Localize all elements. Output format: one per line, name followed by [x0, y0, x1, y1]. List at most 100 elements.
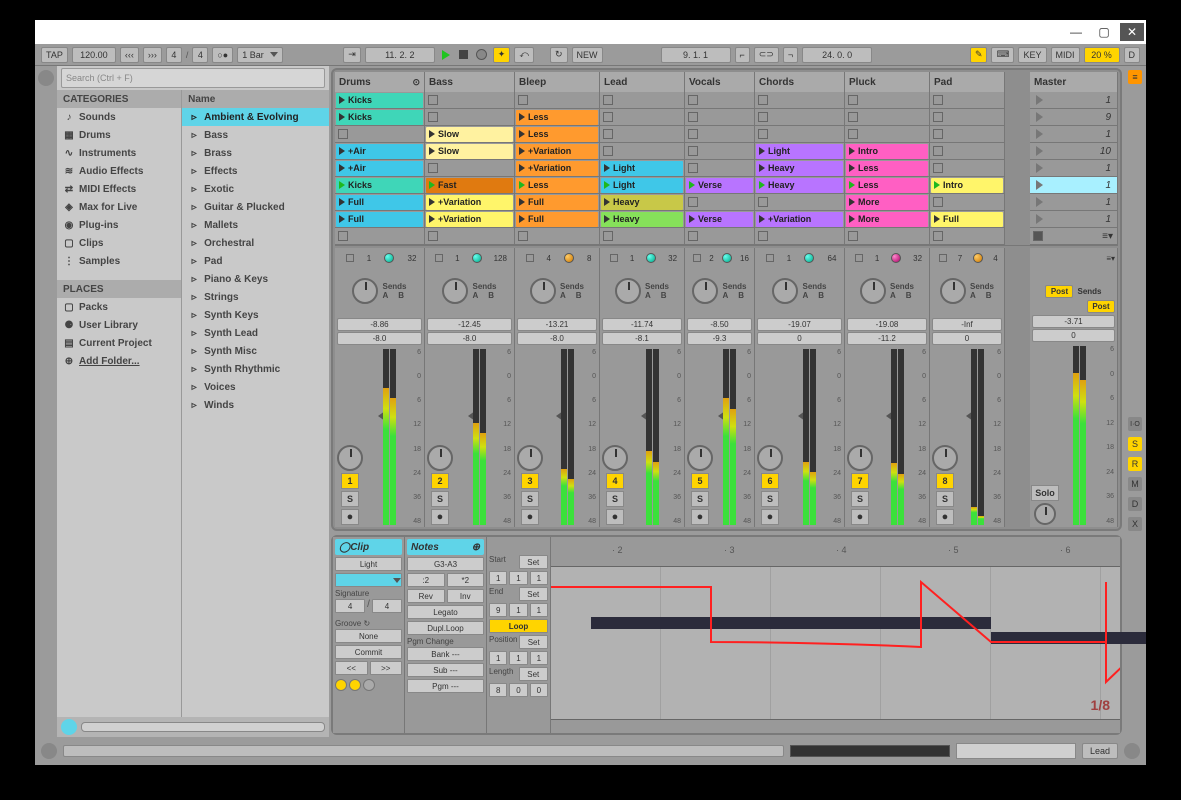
volume-fader[interactable] [960, 349, 986, 525]
volume-fader[interactable] [365, 349, 406, 525]
clip-slot[interactable]: Full [335, 194, 425, 211]
browse-item[interactable]: ▹Brass [182, 144, 329, 162]
gain-value[interactable]: -8.1 [602, 332, 682, 345]
empty-slot[interactable] [930, 228, 1005, 245]
volume-fader[interactable] [455, 349, 496, 525]
pos-bar[interactable]: 1 [489, 651, 507, 665]
track-activator[interactable]: 7 [851, 473, 869, 489]
category-clips[interactable]: ▢Clips [57, 234, 181, 252]
empty-slot[interactable] [755, 228, 845, 245]
category-instruments[interactable]: ∿Instruments [57, 144, 181, 162]
volume-fader[interactable] [545, 349, 581, 525]
empty-slot[interactable] [685, 109, 755, 126]
double-time[interactable]: *2 [447, 573, 485, 587]
solo-button[interactable]: S [341, 491, 359, 507]
solo-button[interactable]: S [851, 491, 869, 507]
detail-collapse-icon[interactable] [1124, 743, 1140, 759]
category-max-for-live[interactable]: ◈Max for Live [57, 198, 181, 216]
gain-value[interactable]: -9.3 [687, 332, 752, 345]
solo-button[interactable]: S [521, 491, 539, 507]
track-activator[interactable]: 6 [761, 473, 779, 489]
track-activator[interactable]: 3 [521, 473, 539, 489]
arm-button[interactable]: ● [521, 509, 539, 525]
place-add-folder---[interactable]: ⊕Add Folder... [57, 352, 181, 370]
clip-slot[interactable]: More [845, 194, 930, 211]
reverse-notes[interactable]: Rev [407, 589, 445, 603]
solo-button[interactable]: S [606, 491, 624, 507]
send-knob[interactable] [757, 445, 783, 471]
gain-value[interactable]: -11.2 [847, 332, 927, 345]
note-range[interactable]: G3-A3 [407, 557, 484, 571]
clip-slot[interactable]: Full [335, 211, 425, 228]
midi-note-area[interactable]: 1/8 [551, 567, 1120, 719]
post-b[interactable]: Post [1087, 300, 1115, 313]
send-knob[interactable] [337, 445, 363, 471]
clip-slot[interactable]: Light [600, 177, 685, 194]
empty-slot[interactable] [755, 109, 845, 126]
solo-button[interactable]: S [691, 491, 709, 507]
midi-editor[interactable]: · 2· 3· 4· 5· 6· 7· 8 1/8 [551, 537, 1120, 733]
track-activator[interactable]: 2 [431, 473, 449, 489]
disk-overload[interactable]: D [1124, 47, 1141, 63]
scene-launch[interactable]: 1 [1030, 126, 1118, 143]
clip-slot[interactable]: Fast [425, 177, 515, 194]
peak-value[interactable]: -19.08 [847, 318, 927, 331]
clip-slot[interactable]: Heavy [600, 211, 685, 228]
legato-button[interactable]: Legato [407, 605, 484, 619]
pan-knob[interactable] [860, 278, 886, 304]
clip-slot[interactable]: Verse [685, 177, 755, 194]
scene-launch[interactable]: 1 [1030, 160, 1118, 177]
category-audio-effects[interactable]: ≋Audio Effects [57, 162, 181, 180]
window-minimize[interactable]: — [1064, 23, 1088, 41]
arm-button[interactable]: ● [761, 509, 779, 525]
empty-slot[interactable] [335, 228, 425, 245]
clip-slot[interactable]: Kicks [335, 109, 425, 126]
empty-slot[interactable] [600, 143, 685, 160]
volume-fader[interactable] [875, 349, 911, 525]
sends-btn[interactable]: S [1128, 437, 1142, 451]
empty-slot[interactable] [845, 109, 930, 126]
volume-fader[interactable] [715, 349, 736, 525]
empty-slot[interactable] [685, 126, 755, 143]
clip-tab-l[interactable] [335, 679, 347, 691]
arm-button[interactable]: ● [691, 509, 709, 525]
pan-knob[interactable] [442, 278, 468, 304]
solo-master[interactable]: Solo [1031, 485, 1059, 501]
scene-launch[interactable]: 1 [1030, 177, 1118, 194]
pan-knob[interactable] [352, 278, 378, 304]
stop-button[interactable] [457, 48, 471, 62]
scene-launch[interactable]: 9 [1030, 109, 1118, 126]
clip-slot[interactable]: Intro [845, 143, 930, 160]
pos-beat[interactable]: 1 [509, 651, 527, 665]
scene-launch[interactable]: 10 [1030, 143, 1118, 160]
gain-value[interactable]: -8.0 [337, 332, 422, 345]
loop-toggle[interactable]: ↻ [550, 47, 568, 63]
track-activator[interactable]: 1 [341, 473, 359, 489]
len-16th[interactable]: 0 [530, 683, 548, 697]
browse-item[interactable]: ▹Guitar & Plucked [182, 198, 329, 216]
nudge-down[interactable]: ‹‹‹ [120, 47, 139, 63]
empty-slot[interactable] [845, 228, 930, 245]
clip-slot[interactable]: +Variation [425, 194, 515, 211]
scene-launch[interactable]: 1 [1030, 92, 1118, 109]
track-header-drums[interactable]: Drums⊙ [335, 72, 425, 92]
clip-slot[interactable]: +Air [335, 160, 425, 177]
clip-slot[interactable]: Heavy [755, 160, 845, 177]
nudge-up[interactable]: ››› [143, 47, 162, 63]
automation-arm[interactable]: ⤺ [514, 47, 534, 63]
show-hide-icon[interactable] [41, 743, 57, 759]
browse-item[interactable]: ▹Winds [182, 396, 329, 414]
clip-slot[interactable]: Slow [425, 143, 515, 160]
clip-slot[interactable]: +Variation [425, 211, 515, 228]
place-current-project[interactable]: ▤Current Project [57, 334, 181, 352]
len-beat[interactable]: 0 [509, 683, 527, 697]
clip-slot[interactable]: Light [755, 143, 845, 160]
clip-slot[interactable]: Verse [685, 211, 755, 228]
empty-slot[interactable] [685, 92, 755, 109]
len-bar[interactable]: 8 [489, 683, 507, 697]
track-header-bleep[interactable]: Bleep [515, 72, 600, 92]
gain-value[interactable]: 0 [1032, 329, 1115, 342]
follow-toggle[interactable]: ⇥ [343, 47, 361, 63]
track-header-chords[interactable]: Chords [755, 72, 845, 92]
empty-slot[interactable] [515, 92, 600, 109]
